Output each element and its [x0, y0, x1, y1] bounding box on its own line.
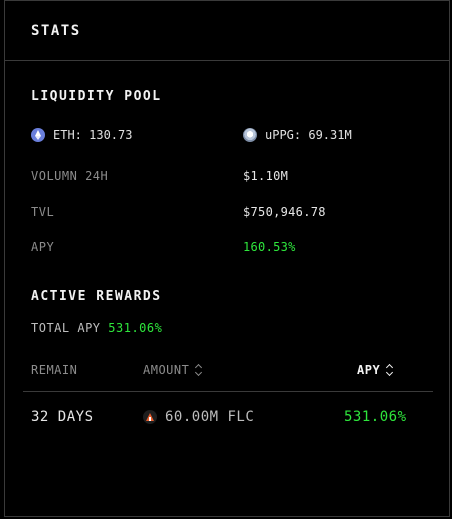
column-apy-sort[interactable]: APY — [357, 363, 394, 377]
eth-icon — [31, 128, 45, 142]
flc-token-icon — [143, 410, 157, 424]
column-remain: REMAIN — [31, 363, 77, 377]
volume-24h-label: VOLUMN 24H — [31, 169, 109, 183]
sort-icon — [386, 364, 394, 376]
rewards-table-header: REMAIN AMOUNT APY — [23, 353, 433, 392]
liquidity-pool-title: LIQUIDITY POOL — [31, 89, 162, 104]
sort-icon — [195, 364, 203, 376]
column-remain-label: REMAIN — [31, 363, 78, 377]
panel-header: STATS — [5, 1, 449, 61]
column-amount-sort[interactable]: AMOUNT — [143, 363, 203, 377]
eth-reserve-text: ETH: 130.73 — [53, 128, 133, 142]
volume-24h-value: $1.10M — [243, 169, 289, 183]
apy-cell: 531.06% — [344, 409, 407, 425]
stats-panel: STATS LIQUIDITY POOL ETH: 130.73 uPPG: 6… — [4, 0, 450, 517]
active-rewards-title: ACTIVE REWARDS — [31, 289, 162, 304]
apy-value: 160.53% — [243, 240, 296, 254]
table-row: 32 DAYS 60.00M FLC 531.06% — [23, 397, 433, 435]
remain-cell: 32 DAYS — [31, 409, 94, 425]
uppg-reserve: uPPG: 69.31M — [243, 128, 352, 142]
amount-cell: 60.00M FLC — [143, 409, 254, 425]
amount-text: 60.00M FLC — [165, 409, 255, 425]
page-title: STATS — [31, 23, 81, 39]
column-apy-label: APY — [357, 363, 381, 377]
uppg-icon — [243, 128, 257, 142]
total-apy-value: 531.06% — [108, 321, 163, 335]
uppg-reserve-text: uPPG: 69.31M — [265, 128, 352, 142]
eth-reserve: ETH: 130.73 — [31, 128, 132, 142]
total-apy: TOTAL APY 531.06% — [31, 321, 162, 335]
total-apy-label: TOTAL APY — [31, 321, 101, 335]
column-amount-label: AMOUNT — [143, 363, 190, 377]
tvl-label: TVL — [31, 205, 55, 219]
tvl-value: $750,946.78 — [243, 205, 326, 219]
apy-label: APY — [31, 240, 55, 254]
